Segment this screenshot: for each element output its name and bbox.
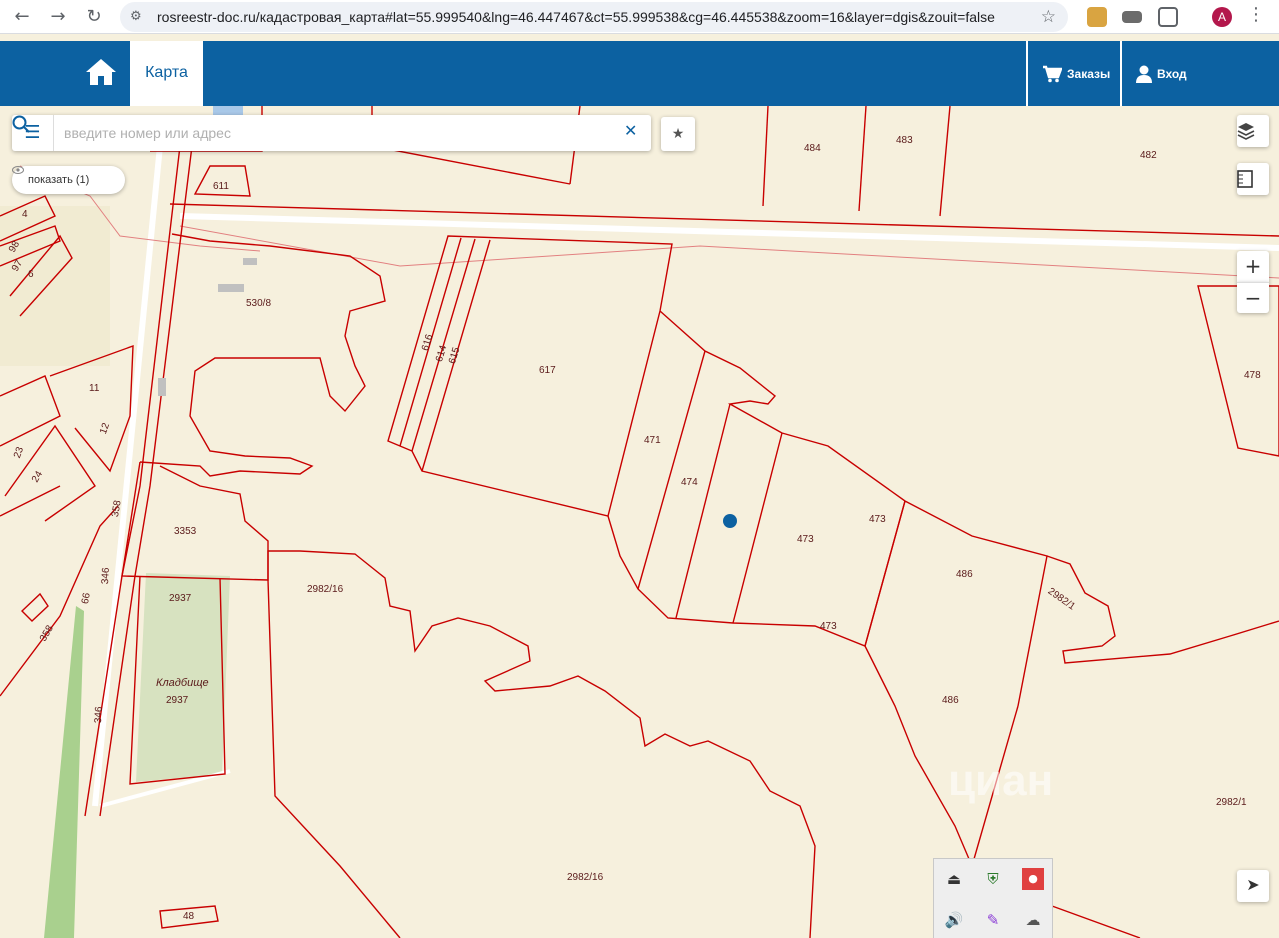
plot-label: 48 xyxy=(183,911,195,922)
tab-map[interactable]: Карта xyxy=(130,41,203,106)
layers-icon xyxy=(1237,123,1255,140)
show-button[interactable]: показать (1) xyxy=(12,166,125,194)
plot-label: 483 xyxy=(896,135,913,146)
app-header: Карта Заказы Вход xyxy=(0,41,1279,106)
speaker-icon[interactable]: 🔊 xyxy=(943,909,965,931)
plot-label: 484 xyxy=(804,143,821,154)
plot-label: 2982/1 xyxy=(1216,797,1247,808)
orders-label: Заказы xyxy=(1067,66,1111,81)
forward-icon[interactable]: → xyxy=(46,5,70,29)
shield-icon[interactable]: ⛨ xyxy=(982,868,1004,890)
network-icon[interactable]: ☁ xyxy=(1022,909,1044,931)
ruler-icon xyxy=(1237,170,1253,188)
browser-toolbar: ← → ↻ ⚙ rosreestr-doc.ru/кадастровая_кар… xyxy=(0,0,1279,34)
locate-icon[interactable]: ➤ xyxy=(1237,870,1269,902)
plot-label: 4 xyxy=(22,209,28,220)
extension-icon[interactable] xyxy=(1087,7,1107,27)
zoom-out-button[interactable]: − xyxy=(1237,282,1269,313)
plot-label: 478 xyxy=(1244,370,1261,381)
plot-label: 2982/16 xyxy=(307,584,344,595)
plot-label: 346 xyxy=(100,567,112,585)
avatar[interactable]: A xyxy=(1212,7,1232,27)
eye-icon xyxy=(12,166,24,174)
layers-button[interactable] xyxy=(1237,115,1269,147)
village-area xyxy=(0,206,110,366)
map-canvas[interactable] xyxy=(0,106,1279,938)
plot-label: 473 xyxy=(869,514,886,525)
system-tray-popup: ⏏ ⛨ ● 🔊 ✎ ☁ xyxy=(933,858,1053,938)
user-icon xyxy=(1136,65,1152,83)
search-bar: ☰ ✕ xyxy=(12,115,651,151)
location-marker[interactable] xyxy=(723,514,737,528)
plot-label: 2937 xyxy=(166,695,189,706)
building xyxy=(243,258,257,265)
plot-label: 486 xyxy=(942,695,959,706)
plot-label: 6 xyxy=(28,269,34,280)
address-bar[interactable]: ⚙ rosreestr-doc.ru/кадастровая_карта#lat… xyxy=(120,2,1068,32)
reload-icon[interactable]: ↻ xyxy=(82,5,106,29)
bookmark-star-icon[interactable]: ☆ xyxy=(1041,7,1056,27)
url-text[interactable]: rosreestr-doc.ru/кадастровая_карта#lat=5… xyxy=(157,9,995,25)
plot-label: 473 xyxy=(797,534,814,545)
watermark: циан xyxy=(948,756,1054,805)
usb-icon[interactable]: ⏏ xyxy=(943,868,965,890)
building xyxy=(158,378,166,396)
plot-label: 474 xyxy=(681,477,698,488)
plot-label: 611 xyxy=(213,181,229,192)
login-button[interactable]: Вход xyxy=(1120,41,1279,106)
cart-icon xyxy=(1043,65,1062,82)
plot-label: 482 xyxy=(1140,150,1157,161)
app-icon[interactable]: ● xyxy=(1022,868,1044,890)
login-label: Вход xyxy=(1157,66,1187,81)
menu-icon[interactable]: ⋮ xyxy=(1247,4,1265,25)
close-icon[interactable]: ✕ xyxy=(624,121,637,140)
plot-label: 346 xyxy=(93,706,105,724)
plot-label: 2982/16 xyxy=(567,872,604,883)
show-button-label: показать (1) xyxy=(28,174,90,186)
site-info-icon[interactable]: ⚙ xyxy=(130,8,148,26)
search-icon[interactable] xyxy=(12,115,30,133)
pen-icon[interactable]: ✎ xyxy=(982,909,1004,931)
zoom-in-button[interactable]: + xyxy=(1237,251,1269,282)
plot-label: 471 xyxy=(644,435,661,446)
back-icon[interactable]: ← xyxy=(10,5,34,29)
cemetery-label: Кладбище xyxy=(156,677,209,689)
puzzle-icon[interactable] xyxy=(1158,7,1178,27)
plot-label: 66 xyxy=(80,592,93,605)
extension-icon[interactable] xyxy=(1122,11,1142,23)
favorites-star-button[interactable]: ★ xyxy=(661,117,695,151)
orders-button[interactable]: Заказы xyxy=(1026,41,1120,106)
cadastral-map[interactable]: 484 483 482 611 530/8 617 616 614 615 47… xyxy=(0,106,1279,938)
ruler-button[interactable] xyxy=(1237,163,1269,195)
plot-label: 2937 xyxy=(169,593,192,604)
plot-label: 530/8 xyxy=(246,298,272,309)
plot-label: 617 xyxy=(539,365,556,376)
green-strip xyxy=(44,606,84,938)
plot-label: 473 xyxy=(820,621,837,632)
search-input[interactable] xyxy=(64,123,564,143)
home-icon[interactable] xyxy=(84,57,118,87)
building xyxy=(218,284,244,292)
plot-label: 3353 xyxy=(174,526,197,537)
plot-label: 486 xyxy=(956,569,973,580)
plot-label: 11 xyxy=(89,383,100,394)
